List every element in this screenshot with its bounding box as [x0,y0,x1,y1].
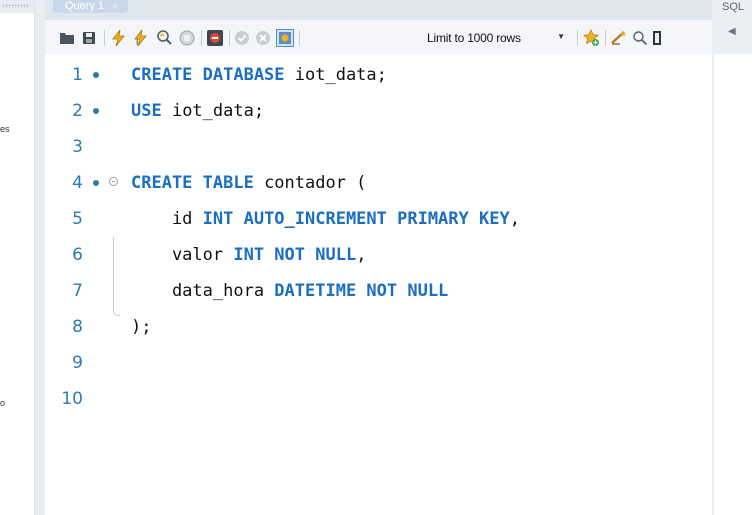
sql-keyword: INT NOT NULL [233,245,357,265]
line-number: 5 [72,209,83,229]
sql-keyword: DATETIME NOT NULL [274,281,449,301]
rollback-icon[interactable] [254,29,272,47]
toggle-error-icon[interactable] [205,29,225,47]
code-text: USE iot_data; [131,101,264,121]
toolbar-separator [577,30,578,46]
beautify-icon[interactable] [609,29,629,47]
statement-marker-icon [93,180,99,186]
code-text: valor INT NOT NULL, [131,245,367,265]
line-number: 3 [72,137,83,157]
code-line[interactable]: 2 USE iot_data; [45,93,712,129]
toolbar-separator [201,30,202,46]
code-line[interactable]: 5 id INT AUTO_INCREMENT PRIMARY KEY, [45,201,712,237]
toolbar-separator [605,30,606,46]
tab-query-1[interactable]: Query 1 × [53,0,128,13]
navigator-text-fragment: es [0,124,10,134]
line-number: 9 [72,353,83,373]
code-line[interactable]: 8); [45,309,712,345]
find-icon[interactable] [631,29,649,47]
code-line[interactable]: 3 [45,129,712,165]
code-line[interactable]: 6 valor INT NOT NULL, [45,237,712,273]
code-line[interactable]: 4 CREATE TABLE contador ( [45,165,712,201]
limit-rows-select[interactable]: Limit to 1000 rows ▼ [421,29,575,47]
sql-text: iot_data; [161,101,265,121]
navigator-text-fragment: o [0,398,6,408]
sql-text: valor [131,245,234,265]
toolbar-separator [104,30,105,46]
sql-editor[interactable]: 1 CREATE DATABASE iot_data; 2 USE iot_data;… [45,54,712,515]
pane-title: SQL [722,1,745,13]
line-number: 1 [72,65,83,85]
sql-text: iot_data; [284,65,387,85]
tab-bar: Query 1 × [45,0,712,20]
save-icon[interactable] [80,29,98,47]
chevron-left-icon[interactable]: ◀ [728,26,736,37]
limit-rows-label: Limit to 1000 rows [427,31,521,45]
explain-icon[interactable] [153,29,175,47]
tab-label: Query 1 [65,0,105,12]
svg-text:I: I [136,38,138,47]
statement-marker-icon [93,72,99,78]
code-line[interactable]: 10 [45,381,712,417]
code-text: data_hora DATETIME NOT NULL [131,281,448,301]
add-snippet-icon[interactable] [581,29,601,47]
line-number: 4 [72,173,83,193]
sql-keyword: CREATE TABLE [131,173,254,193]
sql-keyword: USE [131,101,162,121]
sql-keyword: CREATE DATABASE [131,65,285,85]
line-number: 6 [72,245,83,265]
execute-statement-icon[interactable]: I [131,29,151,47]
code-line[interactable]: 1 CREATE DATABASE iot_data; [45,57,712,93]
sql-text: contador ( [253,173,367,193]
line-number: 10 [61,389,83,409]
fold-guide-end [113,309,120,316]
code-text: CREATE DATABASE iot_data; [131,65,387,85]
navigator-pane: es o [0,0,35,515]
line-number: 7 [72,281,83,301]
autocommit-icon[interactable] [275,29,295,47]
open-folder-icon[interactable] [58,29,76,47]
fold-guide [113,237,114,309]
sql-text: , [356,245,367,265]
code-text: ); [131,317,151,337]
line-number: 2 [72,101,83,121]
statement-marker-icon [93,108,99,114]
toolbar-separator [299,30,300,46]
commit-icon[interactable] [233,29,251,47]
pane-splitter[interactable] [35,0,45,515]
code-line[interactable]: 9 [45,345,712,381]
sql-keyword: INT AUTO_INCREMENT PRIMARY KEY [202,209,510,229]
tab-close-icon[interactable]: × [112,1,118,12]
chevron-down-icon: ▼ [557,32,565,41]
toolbar-separator [229,30,230,46]
execute-icon[interactable] [109,29,127,47]
sql-text: ); [131,317,152,337]
sql-additions-content [714,54,752,515]
sql-text: data_hora [131,281,275,301]
sql-editor-toolbar: I Limit to 1000 rows ▼ [45,20,712,54]
sql-text: id [131,209,203,229]
fold-toggle-icon[interactable] [109,177,118,186]
sql-text: , [509,209,520,229]
pane-grip[interactable] [0,0,34,13]
code-text: CREATE TABLE contador ( [131,173,366,193]
code-line[interactable]: 7 data_hora DATETIME NOT NULL [45,273,712,309]
sql-additions-pane: SQL ◀ [712,0,752,515]
stop-icon[interactable] [178,29,196,47]
line-number: 8 [72,317,83,337]
invisible-chars-icon[interactable] [651,29,663,47]
code-text: id INT AUTO_INCREMENT PRIMARY KEY, [131,209,520,229]
